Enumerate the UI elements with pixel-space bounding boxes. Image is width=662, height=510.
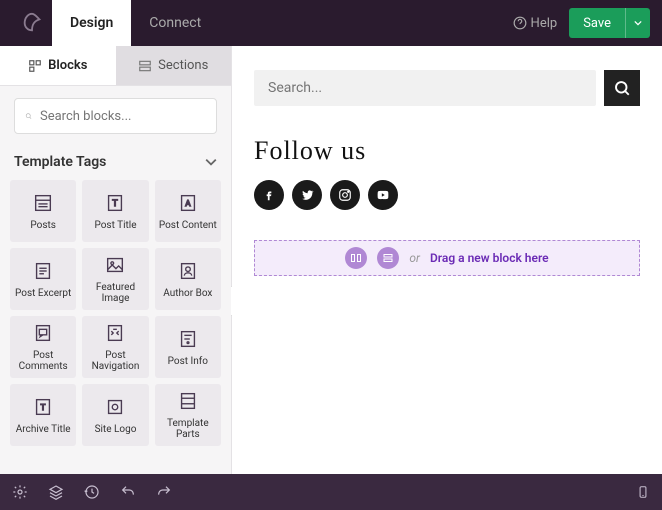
layers-icon[interactable] [48, 484, 64, 500]
tab-blocks[interactable]: Blocks [0, 46, 116, 85]
save-button[interactable]: Save [569, 8, 650, 38]
tab-sections-label: Sections [158, 58, 208, 73]
top-nav: Design Connect [52, 0, 219, 46]
block-site-logo[interactable]: Site Logo [82, 384, 148, 446]
block-archive-title[interactable]: TArchive Title [10, 384, 76, 446]
section-title: Template Tags [14, 154, 106, 170]
social-icons [254, 180, 640, 210]
nav-design[interactable]: Design [52, 0, 131, 46]
bottombar [0, 474, 662, 510]
block-posts[interactable]: Posts [10, 180, 76, 242]
block-search-input[interactable] [40, 109, 206, 124]
canvas-search-button[interactable] [604, 70, 640, 106]
twitter-icon[interactable] [292, 180, 322, 210]
history-icon[interactable] [84, 484, 100, 500]
block-search[interactable] [14, 98, 217, 134]
app-logo [12, 12, 52, 34]
svg-text:T: T [113, 198, 119, 208]
search-icon [25, 108, 32, 124]
tab-sections[interactable]: Sections [116, 46, 232, 85]
tab-blocks-label: Blocks [48, 58, 87, 73]
dropzone[interactable]: or Drag a new block here [254, 240, 640, 276]
block-template-parts[interactable]: Template Parts [155, 384, 221, 446]
blocks-grid: Posts TPost Title APost Content Post Exc… [0, 180, 231, 456]
sidebar: Blocks Sections Template Tags Posts TPos… [0, 46, 232, 474]
block-author-box[interactable]: Author Box [155, 248, 221, 310]
section-header-template-tags[interactable]: Template Tags [0, 146, 231, 180]
settings-icon[interactable] [12, 484, 28, 500]
dropzone-or: or [409, 251, 420, 265]
block-post-title[interactable]: TPost Title [82, 180, 148, 242]
save-dropdown-caret[interactable] [625, 8, 650, 38]
block-post-content[interactable]: APost Content [155, 180, 221, 242]
sidebar-tabs: Blocks Sections [0, 46, 231, 86]
mobile-view-icon[interactable] [636, 484, 650, 500]
follow-heading: Follow us [254, 136, 640, 166]
canvas-search [254, 70, 640, 106]
canvas: Follow us or Drag a new block here [232, 46, 662, 474]
undo-icon[interactable] [120, 484, 136, 500]
help-label: Help [531, 16, 558, 31]
block-post-excerpt[interactable]: Post Excerpt [10, 248, 76, 310]
columns-icon[interactable] [345, 247, 367, 269]
instagram-icon[interactable] [330, 180, 360, 210]
block-post-info[interactable]: Post Info [155, 316, 221, 378]
help-link[interactable]: Help [513, 16, 558, 31]
topbar: Design Connect Help Save [0, 0, 662, 46]
save-label: Save [569, 16, 625, 31]
block-post-navigation[interactable]: Post Navigation [82, 316, 148, 378]
nav-connect[interactable]: Connect [131, 0, 219, 46]
chevron-down-icon [205, 156, 217, 168]
canvas-search-input[interactable] [254, 70, 596, 106]
facebook-icon[interactable] [254, 180, 284, 210]
svg-text:T: T [41, 402, 46, 412]
search-icon [613, 79, 631, 97]
redo-icon[interactable] [156, 484, 172, 500]
block-featured-image[interactable]: Featured Image [82, 248, 148, 310]
block-post-comments[interactable]: Post Comments [10, 316, 76, 378]
row-icon[interactable] [377, 247, 399, 269]
dropzone-link[interactable]: Drag a new block here [430, 251, 549, 265]
svg-text:A: A [185, 198, 191, 208]
youtube-icon[interactable] [368, 180, 398, 210]
